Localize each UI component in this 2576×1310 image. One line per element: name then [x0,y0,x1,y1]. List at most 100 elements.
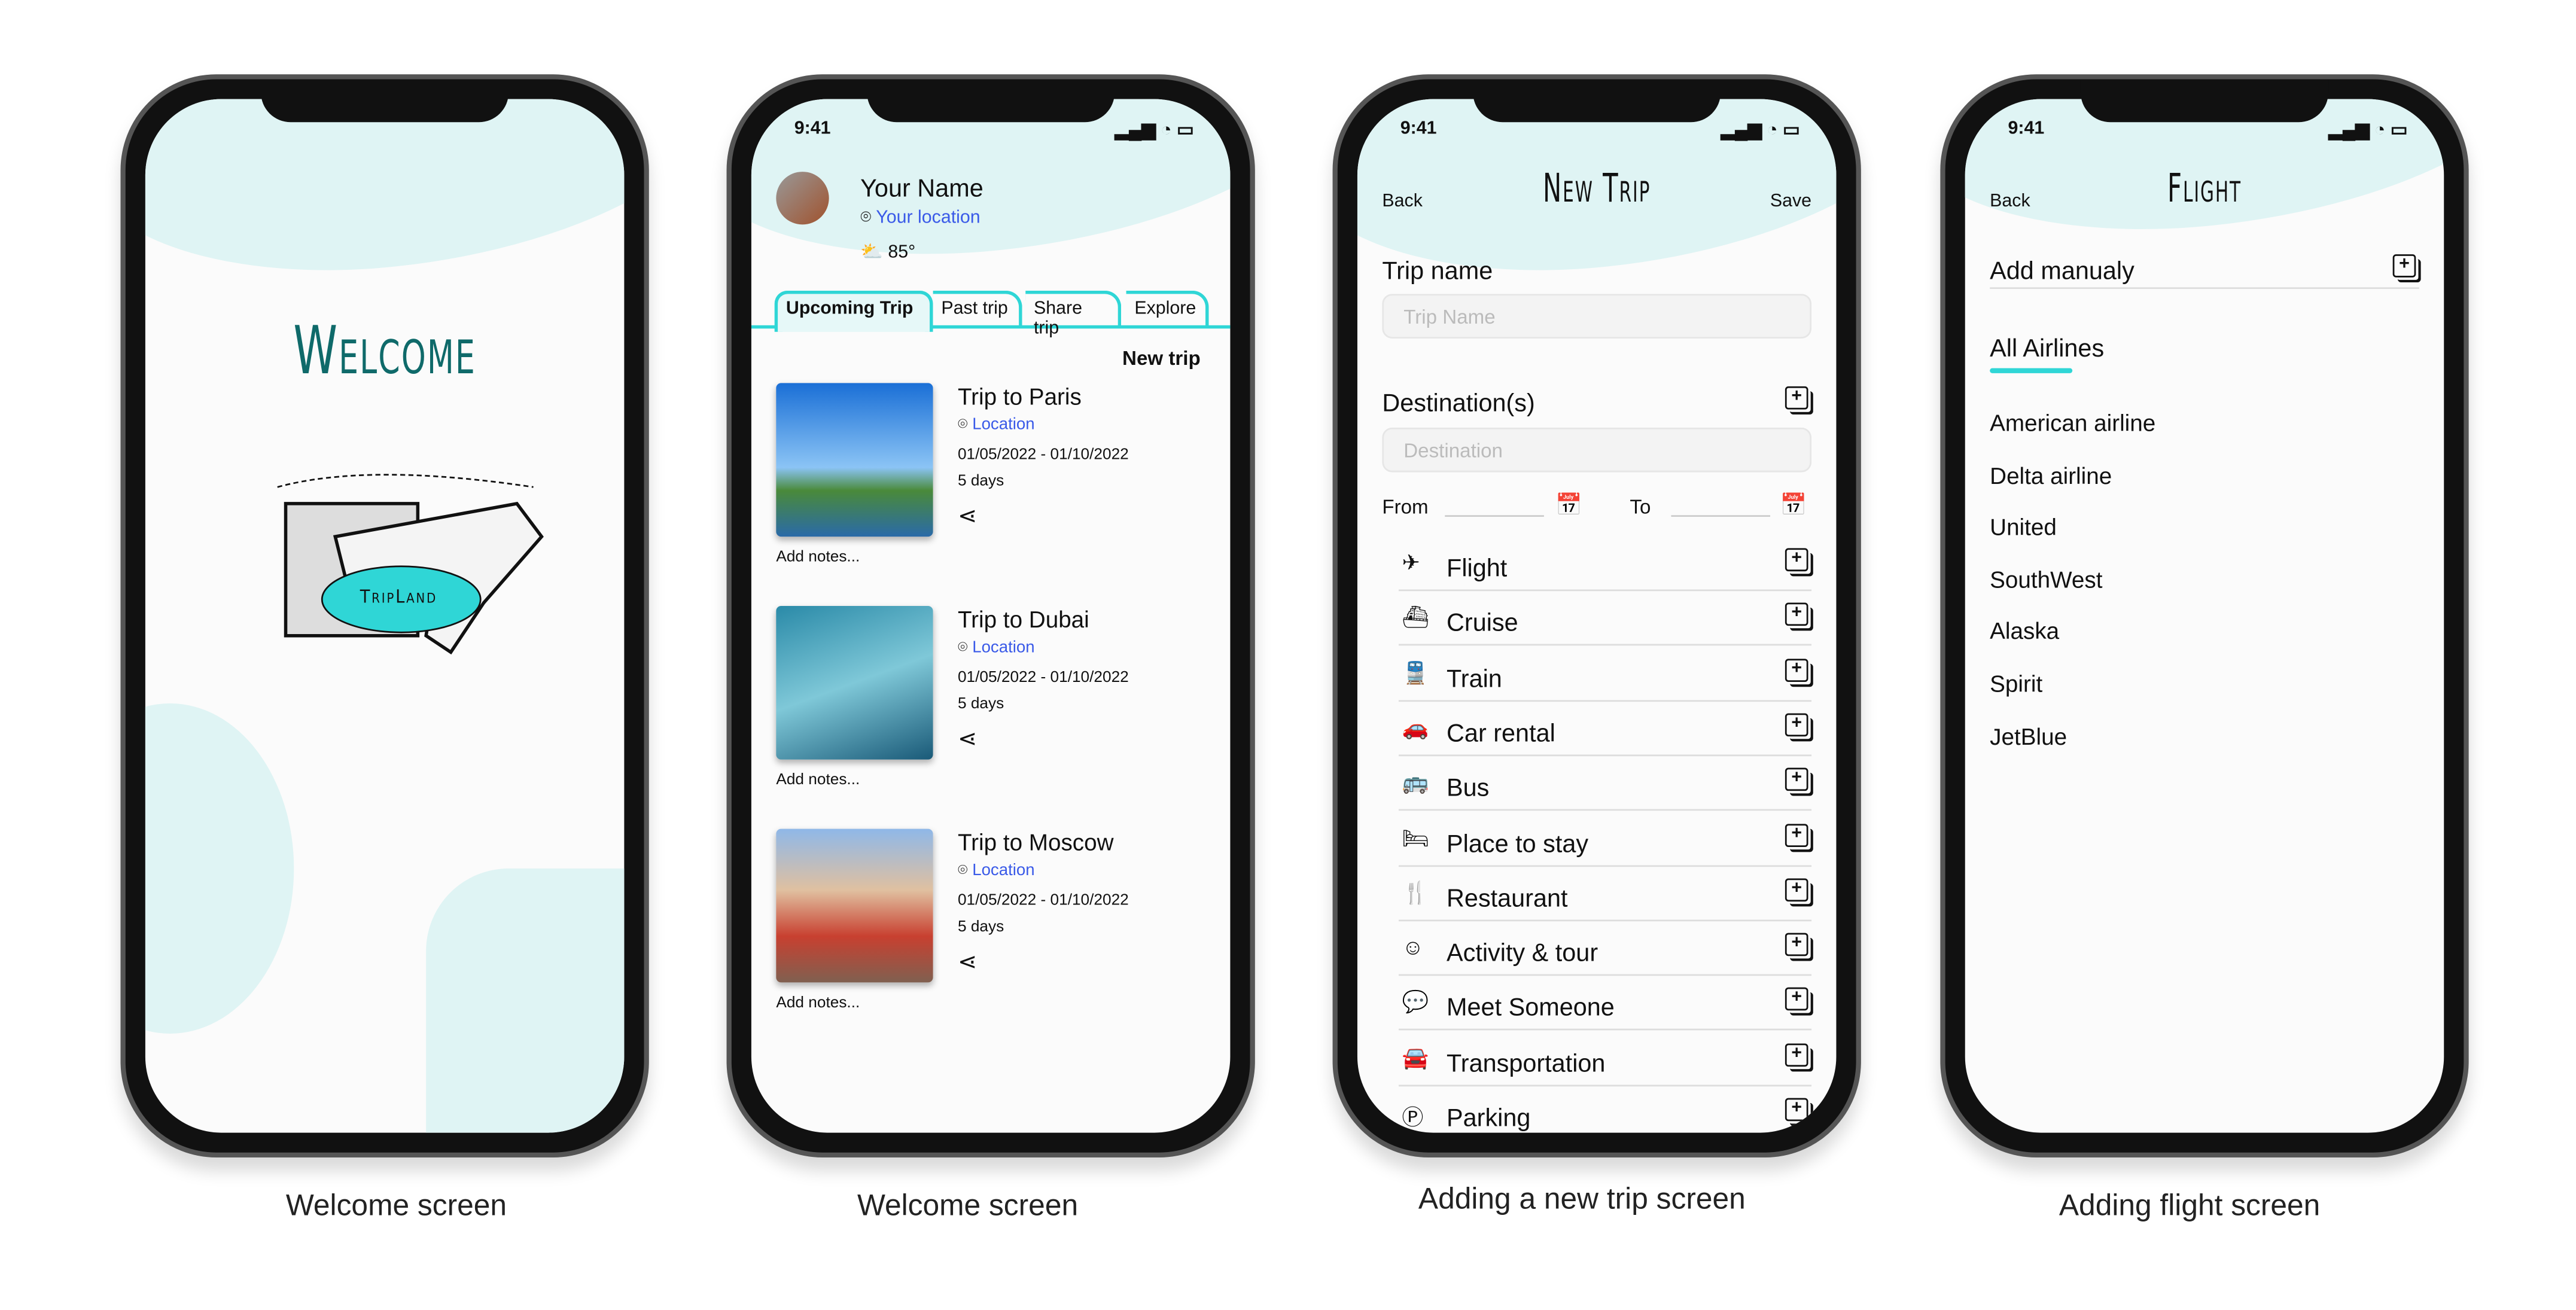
trip-duration: 5 days [957,472,1004,491]
add-icon[interactable]: + [1785,878,1808,901]
add-notes[interactable]: Add notes... [776,994,860,1012]
trip-image [776,606,933,760]
parking-icon: Ⓟ [1402,1104,1424,1130]
category-flight[interactable]: ✈ Flight + [1398,545,1812,592]
trip-title: Trip to Paris [957,383,1082,410]
phone-home: 9:41 ▂▄▆ ◔ ▭ Your Name ⌾ Your location ⛅ … [726,74,1255,1157]
destination-input[interactable]: Destination [1382,427,1812,473]
phone-welcome: Welcome TripLand [120,74,649,1157]
category-cruise[interactable]: ⛴ Cruise + [1398,600,1812,647]
category-restaurant[interactable]: 🍴 Restaurant + [1398,875,1812,921]
airline-item[interactable]: SouthWest [1990,566,2102,592]
add-icon[interactable]: + [1785,603,1808,626]
all-airlines-tab[interactable]: All Airlines [1990,335,2104,363]
trip-name-input[interactable]: Trip Name [1382,294,1812,339]
status-icons: ▂▄▆ ◔ ▭ [1115,120,1194,141]
category-bus[interactable]: 🚌 Bus + [1398,765,1812,811]
weather-icon: ⛅ [860,242,883,263]
from-date-input[interactable] [1445,515,1544,517]
flight-screen: 9:41 ▂▄▆ ◔ ▭ Back Flight Add manualy + Al… [1965,99,2444,1133]
new-trip-screen: 9:41 ▂▄▆ ◔ ▭ Back New Trip Save Trip name… [1357,99,1837,1133]
add-icon[interactable]: + [1785,768,1808,791]
airline-item[interactable]: American airline [1990,410,2155,436]
pin-icon: ⌾ [957,861,968,881]
trip-title: Trip to Moscow [957,828,1114,855]
add-manually-button[interactable]: Add manualy [1990,258,2135,286]
trip-dates: 01/05/2022 - 01/10/2022 [957,668,1129,687]
avatar[interactable] [776,172,829,225]
category-parking[interactable]: Ⓟ Parking + [1399,1095,1811,1133]
add-icon[interactable]: + [1785,823,1808,846]
add-icon[interactable]: + [1785,658,1808,681]
share-icon[interactable]: ⋖ [958,725,977,753]
add-notes[interactable]: Add notes... [776,548,860,566]
user-location[interactable]: Your location [876,208,980,228]
tab-upcoming-trip[interactable]: Upcoming Trip [774,290,933,332]
airline-item[interactable]: Alaska [1990,618,2059,644]
caption: Welcome screen [285,1189,507,1222]
train-icon: 🚆 [1402,659,1429,685]
to-date-input[interactable] [1671,515,1771,517]
trip-location[interactable]: Location [972,862,1034,880]
caption: Adding a new trip screen [1418,1182,1746,1215]
trip-duration: 5 days [957,695,1004,714]
category-place-to-stay[interactable]: 🛏 Place to stay + [1398,819,1812,866]
calendar-icon[interactable]: 📅 [1780,492,1807,519]
add-icon[interactable]: + [1785,548,1808,572]
tab-explore[interactable]: Explore [1126,290,1209,327]
add-icon[interactable]: + [1785,933,1808,956]
trip-location[interactable]: Location [972,416,1034,434]
trip-image [776,828,933,983]
new-trip-button[interactable]: New trip [1122,347,1201,370]
tab-share-trip[interactable]: Share trip [1025,290,1122,339]
add-icon[interactable]: + [1785,988,1808,1012]
save-button[interactable]: Save [1770,191,1811,211]
phone-flight: 9:41 ▂▄▆ ◔ ▭ Back Flight Add manualy + Al… [1940,74,2469,1157]
add-manually-icon[interactable]: + [2392,254,2416,278]
category-activity-tour[interactable]: ☺ Activity & tour + [1398,930,1812,976]
restaurant-icon: 🍴 [1402,879,1429,905]
activity-tour-icon: ☺ [1402,934,1424,959]
pin-icon: ⌾ [957,639,968,657]
welcome-screen: Welcome TripLand [145,99,625,1133]
tab-past-trip[interactable]: Past trip [933,290,1022,327]
airline-item[interactable]: Spirit [1990,671,2042,697]
destination-label: Destination(s) [1382,389,1535,418]
add-destination-icon[interactable]: + [1785,386,1808,410]
calendar-icon[interactable]: 📅 [1555,492,1582,519]
share-icon[interactable]: ⋖ [958,948,977,976]
user-name: Your Name [860,175,983,203]
share-icon[interactable]: ⋖ [958,502,977,530]
pin-icon: ⌾ [957,416,968,434]
category-train[interactable]: 🚆 Train + [1398,655,1812,702]
pin-icon: ⌾ [860,208,872,228]
airline-item[interactable]: JetBlue [1990,723,2067,749]
add-icon[interactable]: + [1785,1043,1808,1067]
airline-item[interactable]: United [1990,514,2057,540]
trip-image [776,383,933,537]
category-car-rental[interactable]: 🚗 Car rental + [1398,710,1812,756]
page-title: New Trip [1543,165,1651,212]
back-button[interactable]: Back [1382,191,1423,211]
trip-dates: 01/05/2022 - 01/10/2022 [957,446,1129,464]
caption: Adding flight screen [2059,1189,2321,1222]
add-icon[interactable]: + [1785,713,1808,736]
add-notes[interactable]: Add notes... [776,771,860,789]
category-meet-someone[interactable]: 💬 Meet Someone + [1398,985,1812,1031]
trip-location[interactable]: Location [972,639,1034,657]
status-icons: ▂▄▆ ◔ ▭ [2328,120,2408,141]
airline-item[interactable]: Delta airline [1990,462,2112,488]
trip-duration: 5 days [957,918,1004,937]
place-to-stay-icon: 🛏 [1402,824,1430,850]
caption: Welcome screen [857,1189,1079,1222]
category-transportation[interactable]: 🚘 Transportation + [1398,1040,1812,1086]
tripland-logo: TripLand [269,471,550,686]
cruise-icon: ⛴ [1402,605,1430,630]
back-button[interactable]: Back [1990,191,2030,211]
page-title: Flight [2167,165,2242,212]
trip-title: Trip to Dubai [957,606,1089,633]
weather-temp: 85° [888,242,916,263]
add-icon[interactable]: + [1785,1098,1808,1122]
flight-icon: ✈ [1402,550,1420,575]
transportation-icon: 🚘 [1402,1044,1429,1070]
